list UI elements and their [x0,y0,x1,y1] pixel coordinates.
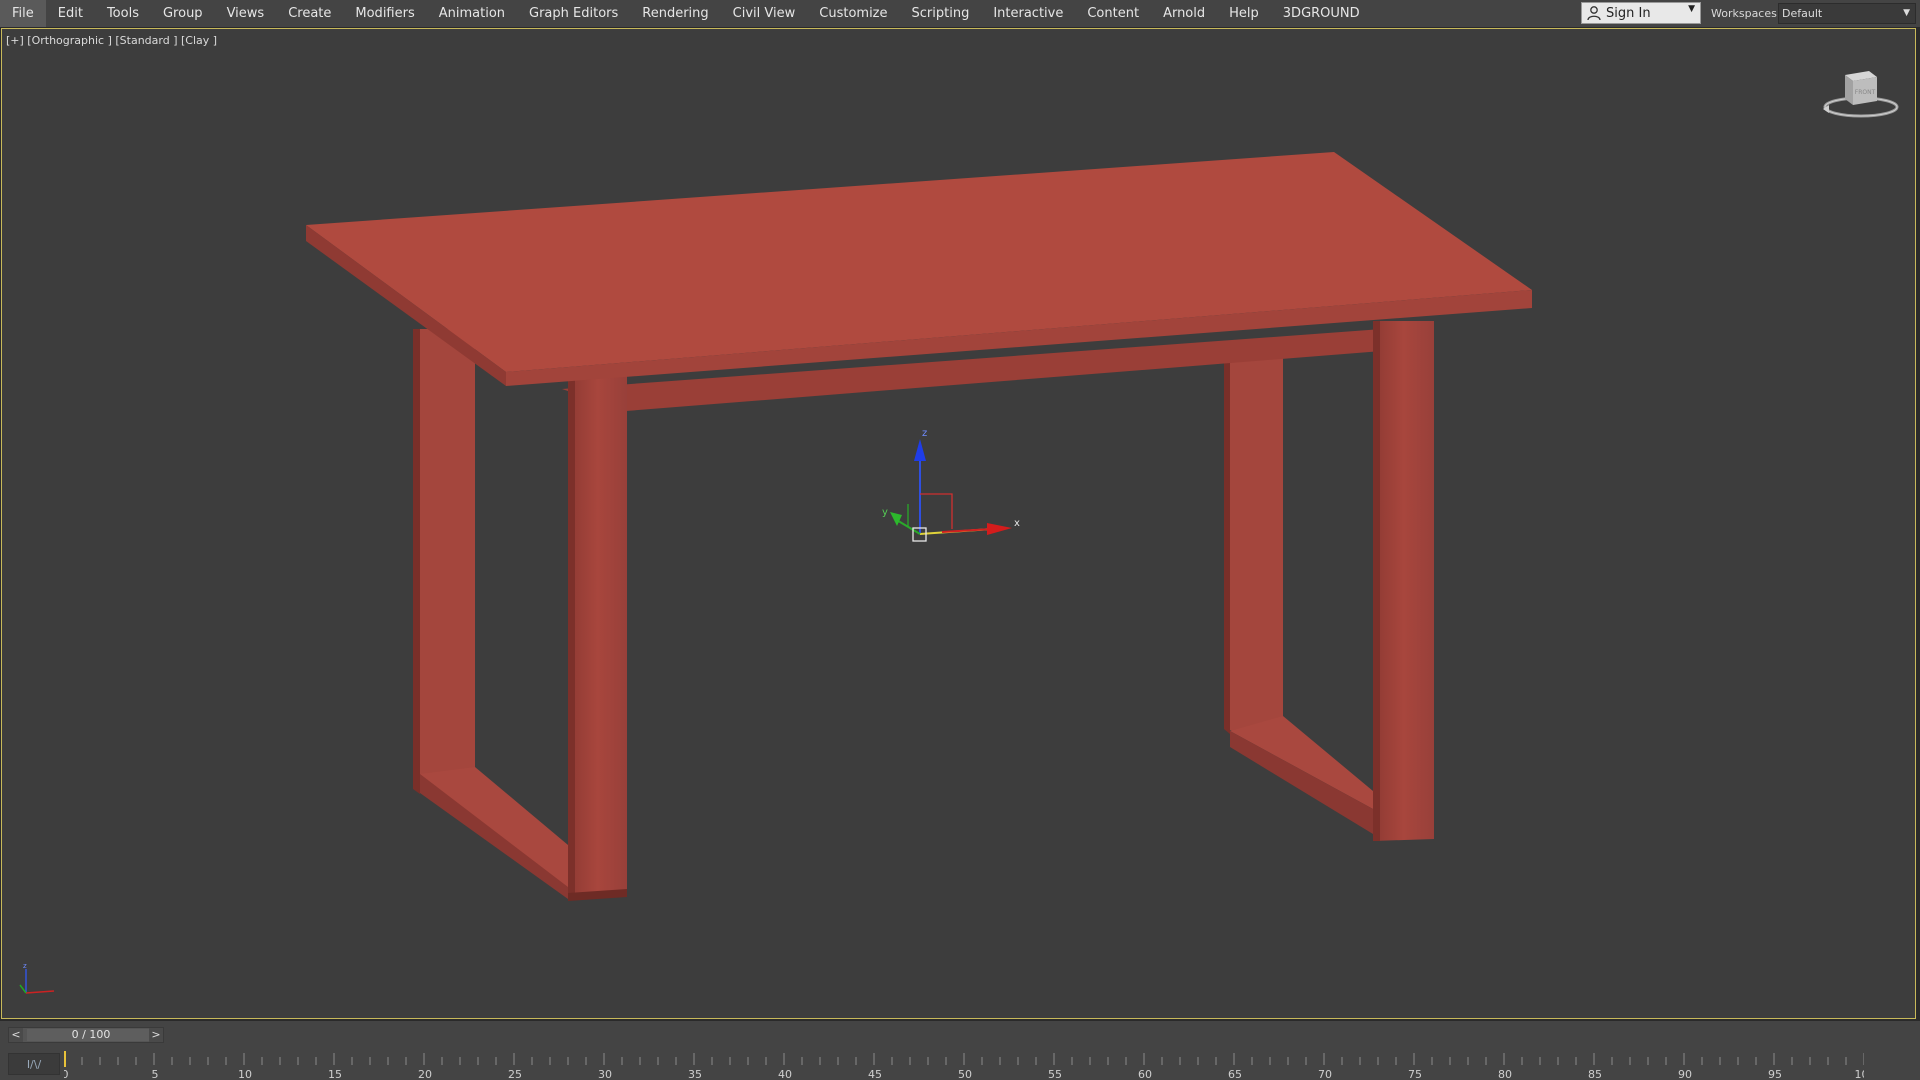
chevron-down-icon: ▼ [1903,8,1910,18]
viewcube[interactable]: FRONT [1821,65,1901,121]
back-right-leg[interactable] [1224,347,1283,741]
gizmo-y-label: y [882,507,888,518]
timeline-panel: < 0 / 100 > I/\/ 0 5 10 15 20 25 30 35 40 45 50 55 6… [0,1020,1920,1080]
ruler-tick-label: 70 [1318,1068,1332,1080]
ruler-tick-label: 30 [598,1068,612,1080]
ruler-tick-label: 0 [64,1068,69,1080]
menu-item-scripting[interactable]: Scripting [900,0,982,27]
menu-bar: File Edit Tools Group Views Create Modifiers An… [0,0,1920,28]
user-icon [1587,6,1601,21]
gizmo-x-label: x [1014,518,1020,529]
menu-item-content[interactable]: Content [1075,0,1151,27]
workspace-value: Default [1782,7,1823,20]
menu-item-modifiers[interactable]: Modifiers [343,0,426,27]
ruler-tick-label: 55 [1048,1068,1062,1080]
ruler-tick-label: 40 [778,1068,792,1080]
transform-gizmo[interactable]: z x y [882,428,1020,542]
right-foot-bar[interactable] [1230,716,1373,834]
next-frame-button[interactable]: > [149,1028,163,1042]
ruler-tick-label: 10 [238,1068,252,1080]
ruler-tick-label: 45 [868,1068,882,1080]
sign-in-label: Sign In [1606,5,1651,21]
menu-item-3dground[interactable]: 3DGROUND [1271,0,1372,27]
menu-item-rendering[interactable]: Rendering [630,0,720,27]
menu-item-arnold[interactable]: Arnold [1151,0,1217,27]
menu-item-create[interactable]: Create [276,0,343,27]
sign-in-button[interactable]: Sign In ▼ [1581,2,1701,24]
time-slider[interactable]: < 0 / 100 > [8,1027,164,1043]
toggle-curve-editor-button[interactable]: I/\/ [8,1053,60,1075]
left-foot-bar[interactable] [420,767,568,899]
viewcube-face-label: FRONT [1855,89,1876,96]
ruler-tick-label: 20 [418,1068,432,1080]
world-axis-tripod: z [19,962,55,994]
ruler-tick-label: 50 [958,1068,972,1080]
ruler-tick-label: 90 [1678,1068,1692,1080]
ruler-tick-label: 60 [1138,1068,1152,1080]
menu-item-civil-view[interactable]: Civil View [721,0,808,27]
perspective-viewport[interactable]: z x y [+] [Orthographic ] [Standard ] [C… [1,28,1916,1019]
workspaces-label: Workspaces: [1711,7,1781,20]
menu-item-graph-editors[interactable]: Graph Editors [517,0,630,27]
ruler-tick-label: 95 [1768,1068,1782,1080]
ruler-tick-label: 100 [1855,1068,1865,1080]
ruler-tick-label: 5 [152,1068,159,1080]
ruler-tick-label: 80 [1498,1068,1512,1080]
front-right-leg[interactable] [1373,321,1434,841]
svg-text:z: z [23,962,27,970]
workspace-dropdown[interactable]: Default ▼ [1778,3,1916,24]
max-application-window: File Edit Tools Group Views Create Modifiers An… [0,0,1920,1080]
previous-frame-button[interactable]: < [9,1028,23,1042]
front-left-leg[interactable] [568,375,627,901]
scene-render[interactable]: z x y [2,29,1915,1018]
viewport-label-menu[interactable]: [+] [Orthographic ] [Standard ] [Clay ] [6,34,217,47]
ruler-tick-label: 65 [1228,1068,1242,1080]
current-frame-marker[interactable] [64,1051,66,1067]
menu-items: File Edit Tools Group Views Create Modifiers An… [0,0,1372,27]
menu-item-interactive[interactable]: Interactive [981,0,1075,27]
back-left-leg[interactable] [413,329,475,794]
chevron-down-icon: ▼ [1688,4,1695,14]
time-slider-thumb[interactable]: 0 / 100 [27,1029,155,1041]
menu-item-tools[interactable]: Tools [95,0,151,27]
gizmo-z-label: z [922,428,927,439]
time-ruler[interactable]: 0 5 10 15 20 25 30 35 40 45 50 55 60 65 70 75 80 85 90 95 10… [64,1051,1864,1080]
ruler-tick-label: 35 [688,1068,702,1080]
ruler-tick-label: 75 [1408,1068,1422,1080]
menu-item-views[interactable]: Views [215,0,277,27]
menu-item-group[interactable]: Group [151,0,215,27]
ruler-tick-label: 25 [508,1068,522,1080]
ruler-tick-label: 15 [328,1068,342,1080]
menu-item-file[interactable]: File [0,0,46,27]
menu-item-edit[interactable]: Edit [46,0,95,27]
menu-item-animation[interactable]: Animation [427,0,517,27]
menu-item-help[interactable]: Help [1217,0,1271,27]
ruler-tick-label: 85 [1588,1068,1602,1080]
menu-item-customize[interactable]: Customize [807,0,899,27]
